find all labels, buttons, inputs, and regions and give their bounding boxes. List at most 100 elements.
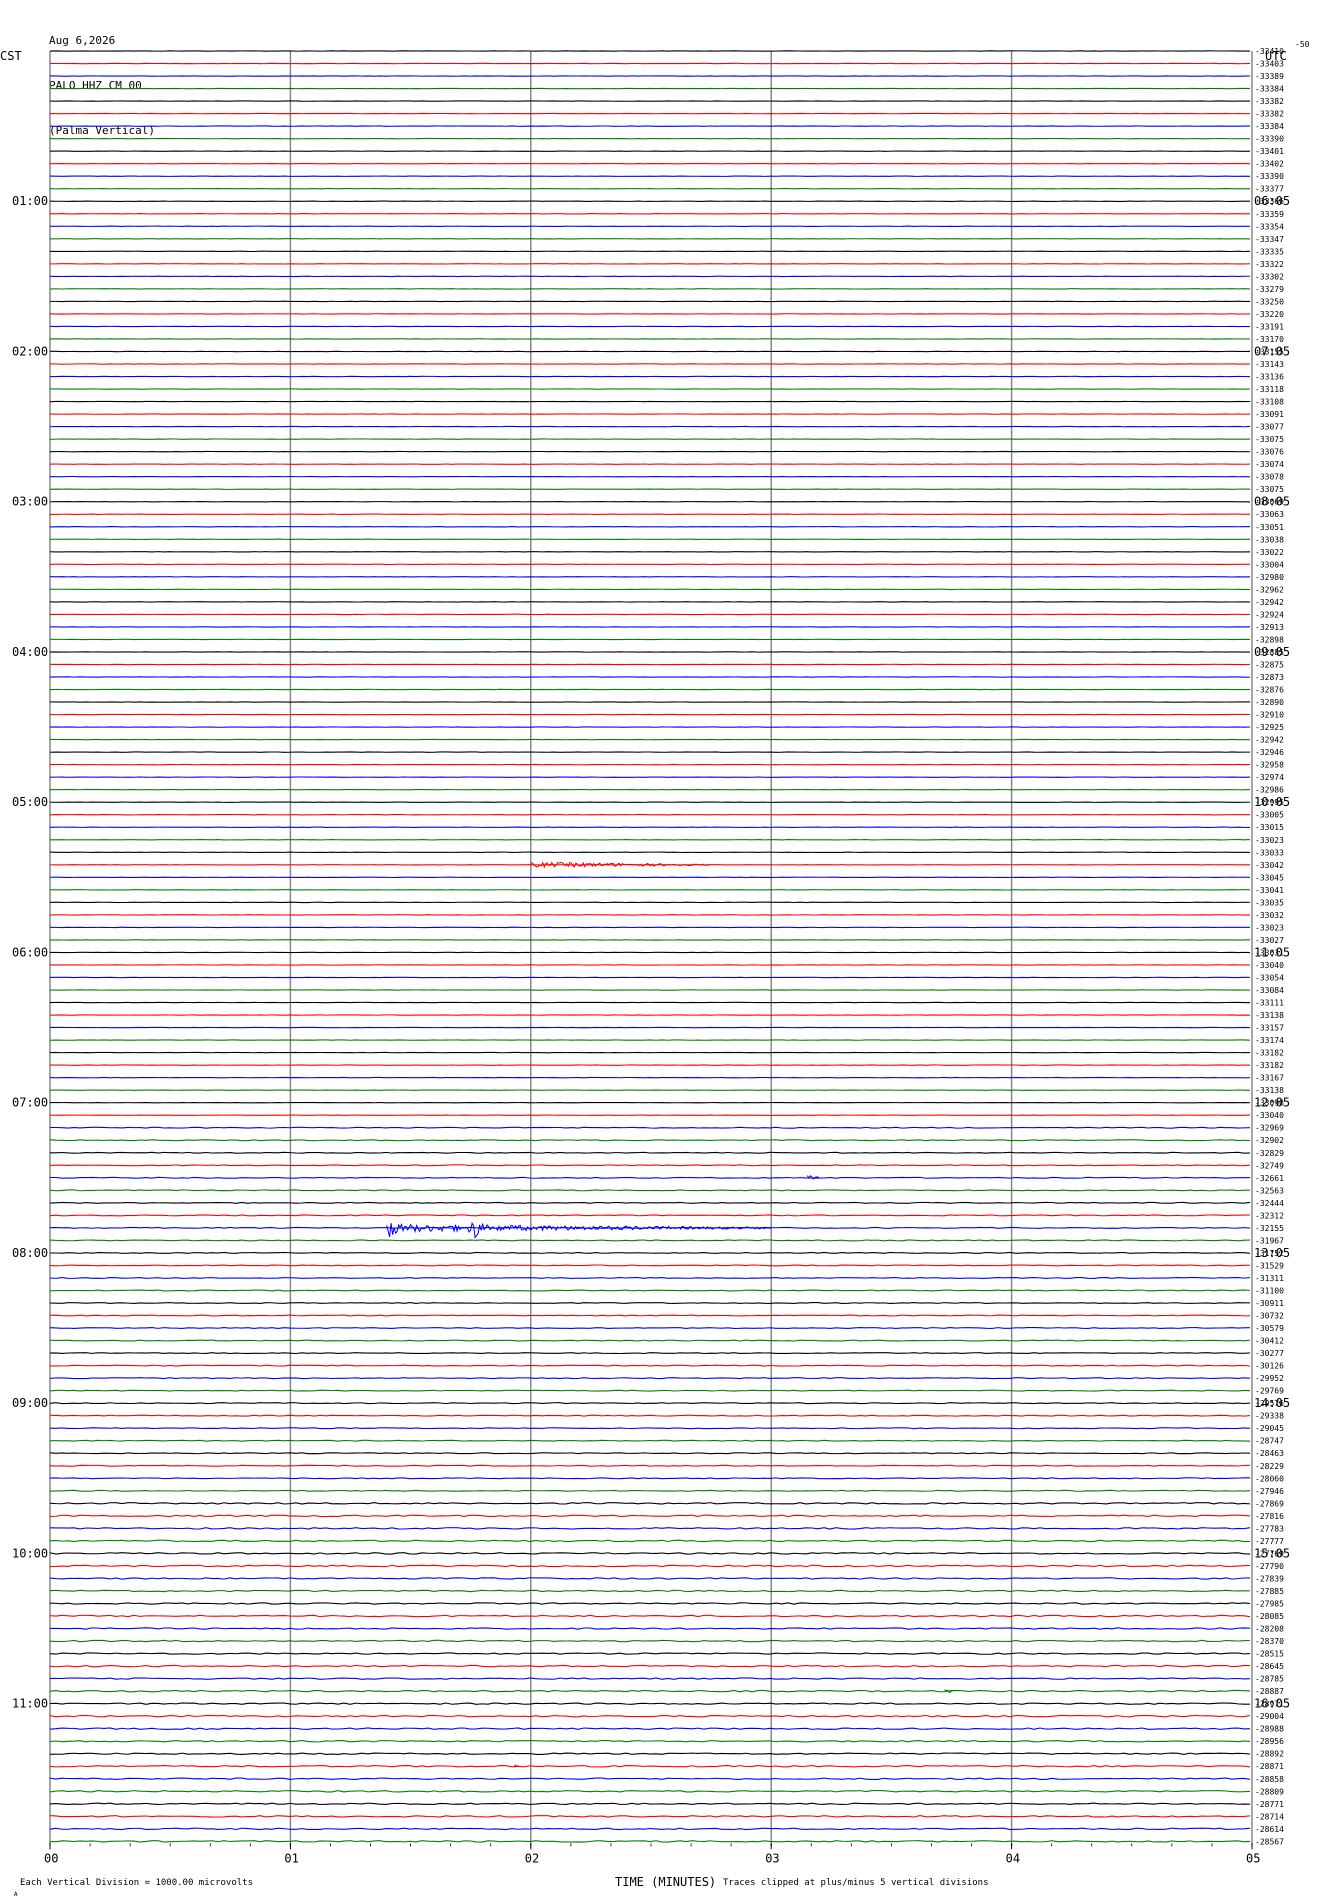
trace-115 [50, 1490, 1250, 1491]
trace-offset-label: -33382 [1255, 97, 1284, 106]
trace-offset-label: -32444 [1255, 1199, 1284, 1208]
trace-offset-label: -27783 [1255, 1524, 1284, 1533]
left-hour-label: 06:00 [12, 945, 48, 959]
right-hour-label: 10:05 [1254, 795, 1290, 809]
trace-offset-label: -32942 [1255, 736, 1284, 745]
trace-114 [50, 1478, 1250, 1479]
trace-offset-label: -28567 [1255, 1837, 1284, 1846]
trace-offset-label: -32969 [1255, 1124, 1284, 1133]
trace-offset-label: -27869 [1255, 1499, 1284, 1508]
trace-offset-label: -28645 [1255, 1662, 1284, 1671]
trace-offset-label: -27885 [1255, 1587, 1284, 1596]
trace-offset-label: -32924 [1255, 610, 1284, 619]
event-burst-0 [387, 1223, 771, 1237]
trace-offset-label: -30126 [1255, 1362, 1284, 1371]
trace-117 [50, 1515, 1250, 1516]
trace-107 [50, 1390, 1250, 1391]
trace-140 [50, 1803, 1250, 1804]
trace-offset-label: -33045 [1255, 873, 1284, 882]
trace-offset-label: -28463 [1255, 1449, 1284, 1458]
trace-offset-label: -33015 [1255, 823, 1284, 832]
trace-offset-label: -32898 [1255, 635, 1284, 644]
trace-118 [50, 1528, 1250, 1529]
clip-note: Traces clipped at plus/minus 5 vertical … [723, 1878, 989, 1888]
trace-offset-label: -33384 [1255, 122, 1284, 131]
trace-87 [50, 1140, 1250, 1141]
trace-offset-label: -28858 [1255, 1775, 1284, 1784]
trace-offset-label: -28887 [1255, 1687, 1284, 1696]
trace-offset-label: -33033 [1255, 848, 1284, 857]
trace-offset-label: -33389 [1255, 72, 1284, 81]
trace-142 [50, 1828, 1250, 1829]
trace-offset-label: -33220 [1255, 310, 1284, 319]
trace-120 [50, 1553, 1250, 1554]
trace-offset-label: -28714 [1255, 1812, 1284, 1821]
trace-offset-label: -33182 [1255, 1061, 1284, 1070]
trace-102 [50, 1328, 1250, 1329]
trace-125 [50, 1615, 1250, 1616]
trace-offset-label: -33032 [1255, 911, 1284, 920]
first-trace-label: -50 [1295, 40, 1310, 49]
trace-offset-label: -32749 [1255, 1161, 1284, 1170]
trace-offset-label: -28614 [1255, 1825, 1284, 1834]
trace-lines [50, 51, 1250, 1842]
left-hour-label: 09:00 [12, 1396, 48, 1410]
trace-121 [50, 1565, 1250, 1566]
trace-offset-label: -27839 [1255, 1574, 1284, 1583]
trace-offset-label: -27946 [1255, 1487, 1284, 1496]
trace-offset-label: -29045 [1255, 1424, 1284, 1433]
trace-offset-label: -33063 [1255, 510, 1284, 519]
trace-offset-label: -33401 [1255, 147, 1284, 156]
trace-offset-label: -32910 [1255, 711, 1284, 720]
trace-offset-label: -33091 [1255, 410, 1284, 419]
helicorder-plot: CST UTC -33410-33403-33389-33384-33382-3… [0, 0, 1330, 1894]
trace-offset-label: -32980 [1255, 573, 1284, 582]
trace-136 [50, 1753, 1250, 1754]
trace-offset-label: -27816 [1255, 1512, 1284, 1521]
left-hour-label: 11:00 [12, 1697, 48, 1711]
trace-108 [50, 1403, 1250, 1404]
left-hour-label: 02:00 [12, 344, 48, 358]
trace-offset-label: -32925 [1255, 723, 1284, 732]
scale-note: Each Vertical Division = 1000.00 microvo… [20, 1878, 253, 1888]
trace-offset-label: -32829 [1255, 1149, 1284, 1158]
x-tick-label: 04 [1006, 1851, 1020, 1865]
trace-97 [50, 1265, 1250, 1266]
trace-137 [50, 1766, 1250, 1767]
trace-offset-label: -33022 [1255, 548, 1284, 557]
trace-offset-label: -33377 [1255, 185, 1284, 194]
trace-offset-label: -31529 [1255, 1261, 1284, 1270]
trace-offset-label: -33027 [1255, 936, 1284, 945]
left-hour-label: 03:00 [12, 495, 48, 509]
trace-offset-label: -33054 [1255, 973, 1284, 982]
left-hour-label: 07:00 [12, 1096, 48, 1110]
trace-127 [50, 1640, 1250, 1641]
trace-101 [50, 1315, 1250, 1316]
trace-135 [50, 1741, 1250, 1742]
trace-offset-label: -32890 [1255, 698, 1284, 707]
right-hour-label: 08:05 [1254, 495, 1290, 509]
left-hour-label: 08:00 [12, 1246, 48, 1260]
trace-128 [50, 1653, 1250, 1654]
trace-offset-label: -28988 [1255, 1725, 1284, 1734]
trace-offset-label: -30732 [1255, 1312, 1284, 1321]
trace-offset-label: -29338 [1255, 1412, 1284, 1421]
trace-124 [50, 1603, 1250, 1604]
trace-130 [50, 1678, 1250, 1679]
trace-offset-label: -33041 [1255, 886, 1284, 895]
trace-offset-label: -29952 [1255, 1374, 1284, 1383]
trace-offset-label: -32876 [1255, 686, 1284, 695]
trace-offset-label: -30277 [1255, 1349, 1284, 1358]
trace-126 [50, 1628, 1250, 1629]
trace-offset-label: -33322 [1255, 260, 1284, 269]
trace-143 [50, 1841, 1250, 1842]
trace-offset-label: -33384 [1255, 85, 1284, 94]
trace-offset-label: -33143 [1255, 360, 1284, 369]
trace-139 [50, 1791, 1250, 1792]
trace-111 [50, 1440, 1250, 1441]
trace-offset-label: -33347 [1255, 235, 1284, 244]
trace-offset-label: -31967 [1255, 1236, 1284, 1245]
left-timezone-label: CST [0, 49, 22, 63]
trace-offset-label: -32661 [1255, 1174, 1284, 1183]
trace-95 [50, 1240, 1250, 1241]
